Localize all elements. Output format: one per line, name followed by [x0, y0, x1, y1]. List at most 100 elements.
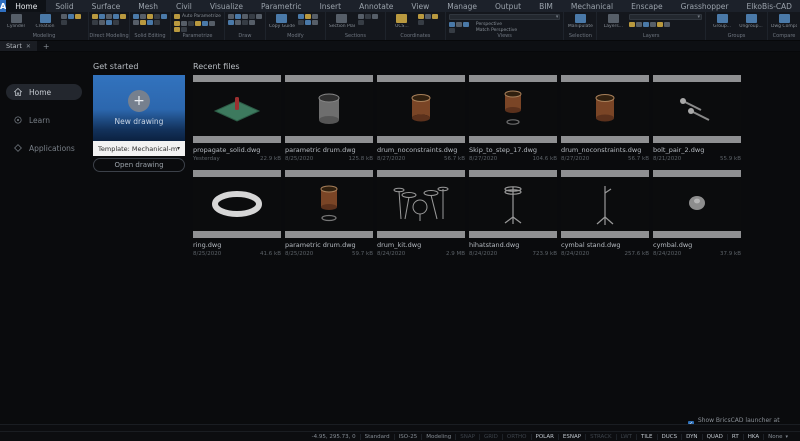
- views-icons[interactable]: [449, 22, 473, 33]
- recent-file-card[interactable]: Skip_to_step_17.dwg 8/27/2020104.6 kB: [469, 75, 557, 166]
- recent-files-grid: propagate_solid.dwg Yesterday22.9 kB par…: [193, 75, 753, 265]
- start-tab[interactable]: Start ✕: [0, 41, 37, 51]
- solid-editing-icons[interactable]: [133, 14, 167, 25]
- draw-icons[interactable]: [228, 14, 262, 25]
- toggle-dyn[interactable]: DYN: [681, 434, 701, 440]
- cylinder-button[interactable]: Cylinder: [3, 14, 29, 29]
- menu-tab-grasshopper[interactable]: Grasshopper: [672, 0, 738, 12]
- perspective-button[interactable]: Perspective: [476, 22, 517, 27]
- command-line[interactable]: [0, 424, 800, 431]
- recent-file-card[interactable]: cymbal stand.dwg 8/24/2020257.6 kB: [561, 170, 649, 261]
- menu-tab-manage[interactable]: Manage: [438, 0, 486, 12]
- chevron-down-icon: ▾: [785, 434, 788, 440]
- recent-file-card[interactable]: drum_noconstraints.dwg 8/27/202056.7 kB: [561, 75, 649, 166]
- text-style-field[interactable]: Standard: [360, 434, 394, 440]
- sidebar-item-home[interactable]: Home: [6, 84, 82, 100]
- recent-file-card[interactable]: propagate_solid.dwg Yesterday22.9 kB: [193, 75, 281, 166]
- ribbon-group-views: Perspective Match Perspective Views: [446, 12, 564, 40]
- ribbon-group-modeling: Cylinder Creation Modeling: [0, 12, 89, 40]
- menu-tab-home[interactable]: Home: [6, 0, 46, 12]
- menu-tab-solid[interactable]: Solid: [46, 0, 82, 12]
- manipulate-button[interactable]: Manipulate: [567, 14, 593, 29]
- ucs-button[interactable]: UCS...: [389, 14, 415, 29]
- toggle-strack[interactable]: STRACK: [585, 434, 616, 440]
- section-plane-icon: [336, 14, 347, 23]
- sidebar-item-applications[interactable]: Applications: [6, 140, 82, 156]
- new-drawing-card[interactable]: + New drawing: [93, 75, 185, 141]
- menu-tab-surface[interactable]: Surface: [83, 0, 130, 12]
- menu-tab-output[interactable]: Output: [486, 0, 530, 12]
- toggle-polar[interactable]: POLAR: [531, 434, 558, 440]
- recent-file-card[interactable]: cymbal.dwg 8/24/202037.9 kB: [653, 170, 741, 261]
- recent-file-card[interactable]: ring.dwg 8/25/202041.6 kB: [193, 170, 281, 261]
- menu-tab-insert[interactable]: Insert: [311, 0, 351, 12]
- coordinates-icons[interactable]: [418, 14, 442, 25]
- menu-tab-elkobis-cad[interactable]: ElkoBis-CAD: [737, 0, 800, 12]
- close-tab-icon[interactable]: ✕: [26, 43, 31, 50]
- ribbon-group-solid-editing: Solid Editing: [130, 12, 171, 40]
- parametrize-icons[interactable]: [174, 21, 220, 32]
- toggle-esnap[interactable]: ESNAP: [558, 434, 585, 440]
- recent-file-card[interactable]: parametric drum.dwg 8/25/2020125.8 kB: [285, 75, 373, 166]
- dim-style-field[interactable]: ISO-25: [394, 434, 422, 440]
- sidebar-item-learn[interactable]: Learn: [6, 112, 82, 128]
- template-dropdown[interactable]: Template: Mechanical-m ▾: [93, 141, 185, 156]
- ribbon-group-groups: Group... Ungroup... Groups: [706, 12, 768, 40]
- section-plane-button[interactable]: Section Plane: [329, 14, 355, 29]
- menu-tab-mechanical[interactable]: Mechanical: [562, 0, 622, 12]
- layers-button[interactable]: Layers...: [600, 14, 626, 29]
- menu-tab-bim[interactable]: BIM: [530, 0, 562, 12]
- copy-guided-button[interactable]: Copy Guided: [269, 14, 295, 29]
- toggle-lwt[interactable]: LWT: [616, 434, 636, 440]
- ungroup-button[interactable]: Ungroup...: [738, 14, 764, 29]
- menu-tab-enscape[interactable]: Enscape: [622, 0, 672, 12]
- modeling-tools-icons[interactable]: [61, 14, 85, 25]
- menu-tab-annotate[interactable]: Annotate: [350, 0, 402, 12]
- file-size: 22.9 kB: [260, 156, 281, 162]
- layer-state-icons[interactable]: [629, 22, 702, 27]
- layers-icon: [608, 14, 619, 23]
- ucs-icon: [396, 14, 407, 23]
- toggle-snap[interactable]: SNAP: [455, 434, 479, 440]
- ribbon-group-draw: Draw: [225, 12, 266, 40]
- open-drawing-button[interactable]: Open drawing: [93, 158, 185, 172]
- toggle-quad[interactable]: QUAD: [702, 434, 727, 440]
- sections-icons[interactable]: [358, 14, 382, 25]
- menu-tab-mesh[interactable]: Mesh: [129, 0, 167, 12]
- toggle-rt[interactable]: RT: [727, 434, 743, 440]
- thumbnail-bolt-pair-2: [653, 82, 741, 136]
- menu-tab-visualize[interactable]: Visualize: [201, 0, 252, 12]
- modify-icons[interactable]: [298, 14, 322, 25]
- recent-file-card[interactable]: hihatstand.dwg 8/24/2020723.9 kB: [469, 170, 557, 261]
- view-preset-combobox[interactable]: [449, 14, 560, 20]
- creation-button[interactable]: Creation: [32, 14, 58, 29]
- manipulate-icon: [575, 14, 586, 23]
- ribbon-group-modify: Copy Guided Modify: [266, 12, 326, 40]
- dwg-compare-icon: [779, 14, 790, 23]
- recent-file-card[interactable]: bolt_pair_2.dwg 8/21/202055.9 kB: [653, 75, 741, 166]
- toggle-ortho[interactable]: ORTHO: [502, 434, 531, 440]
- group-button[interactable]: Group...: [709, 14, 735, 29]
- menu-tab-civil[interactable]: Civil: [167, 0, 201, 12]
- toggle-grid[interactable]: GRID: [479, 434, 502, 440]
- menu-tab-parametric[interactable]: Parametric: [252, 0, 311, 12]
- ribbon-group-parametrize: Auto Parametrize Parametrize: [171, 12, 225, 40]
- workspace-field[interactable]: Modeling: [421, 434, 455, 440]
- toggle-tile[interactable]: TILE: [636, 434, 657, 440]
- chevron-down-icon: ▾: [177, 145, 180, 152]
- ribbon-group-selection: Manipulate Selection: [564, 12, 597, 40]
- template-value: Template: Mechanical-m: [98, 145, 177, 153]
- annotation-scale-dropdown[interactable]: None ▾: [763, 434, 792, 440]
- menu-tab-view[interactable]: View: [402, 0, 438, 12]
- ribbon-group-layers: Layers... Layers: [597, 12, 706, 40]
- new-tab-button[interactable]: +: [37, 41, 56, 51]
- toggle-ducs[interactable]: DUCS: [657, 434, 682, 440]
- recent-file-card[interactable]: drum_kit.dwg 8/24/20202.9 MB: [377, 170, 465, 261]
- recent-file-card[interactable]: drum_noconstraints.dwg 8/27/202056.7 kB: [377, 75, 465, 166]
- layer-combobox[interactable]: [629, 14, 702, 20]
- direct-modeling-icons[interactable]: [92, 14, 126, 25]
- recent-file-card[interactable]: parametric drum.dwg 8/25/202059.7 kB: [285, 170, 373, 261]
- auto-parametrize-button[interactable]: Auto Parametrize: [182, 14, 221, 19]
- toggle-hka[interactable]: HKA: [743, 434, 763, 440]
- dwg-compare-button[interactable]: Dwg Compare: [771, 14, 797, 29]
